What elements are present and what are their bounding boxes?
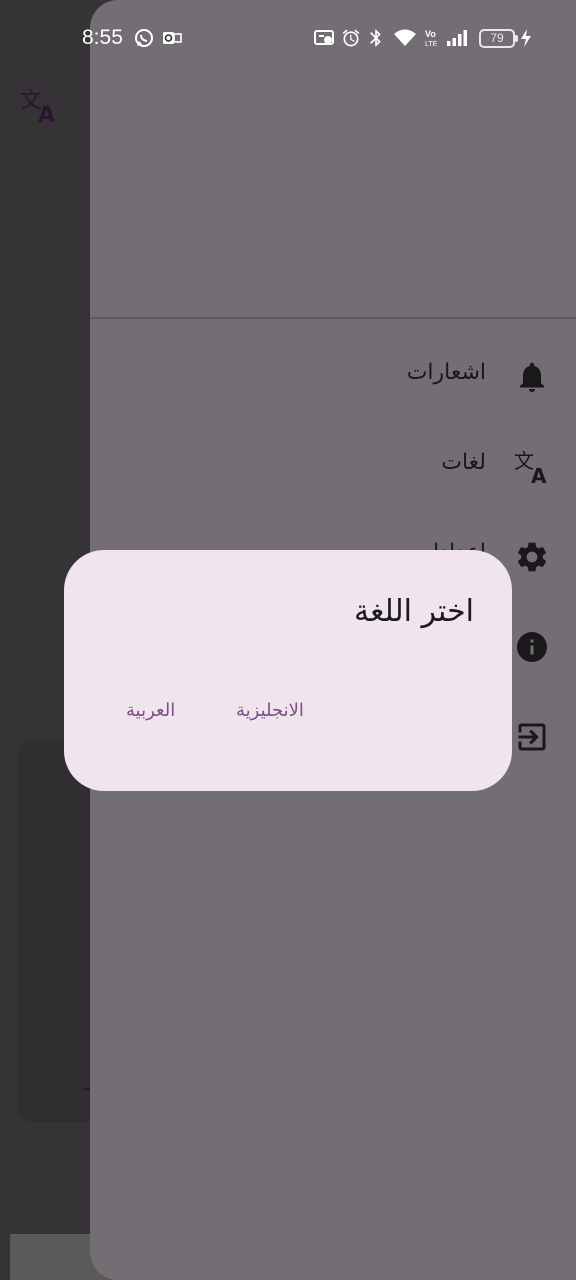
charging-icon <box>521 29 531 47</box>
alarm-icon <box>342 29 360 47</box>
menu-label-notifications: اشعارات <box>406 360 486 385</box>
translate-icon: 文 A <box>514 449 547 485</box>
svg-text:Vo: Vo <box>425 29 436 39</box>
arabic-button[interactable]: العربية <box>126 700 175 721</box>
battery-level: 79 <box>490 31 504 45</box>
logout-icon <box>518 723 546 751</box>
battery-nub <box>515 35 518 42</box>
bell-icon <box>520 362 544 392</box>
volte-icon: Vo LTE <box>425 29 438 48</box>
svg-text:A: A <box>531 464 547 485</box>
wifi-icon <box>394 29 416 46</box>
translate-icon: 文 A <box>20 89 55 124</box>
menu-label-languages: لغات <box>441 450 486 475</box>
status-time: 8:55 <box>82 26 123 49</box>
bluetooth-icon <box>370 29 381 47</box>
language-dialog: اختر اللغة الانجليزية العربية <box>64 550 512 791</box>
cast-icon <box>314 30 334 45</box>
battery-icon: 79 <box>479 29 515 48</box>
outlook-icon <box>163 32 182 44</box>
menu-item-notifications[interactable]: اشعارات <box>90 346 576 406</box>
whatsapp-icon <box>135 29 153 47</box>
menu-item-languages[interactable]: 文 A لغات <box>90 436 576 496</box>
drawer-divider <box>90 317 576 319</box>
svg-text:LTE: LTE <box>425 41 438 48</box>
gear-icon <box>517 542 547 572</box>
info-icon <box>517 632 547 662</box>
svg-text:A: A <box>38 103 55 124</box>
dialog-title: اختر اللغة <box>354 594 474 629</box>
english-button[interactable]: الانجليزية <box>236 700 304 721</box>
signal-icon <box>447 30 467 46</box>
status-bar: 8:55 Vo LTE 79 <box>0 0 576 78</box>
